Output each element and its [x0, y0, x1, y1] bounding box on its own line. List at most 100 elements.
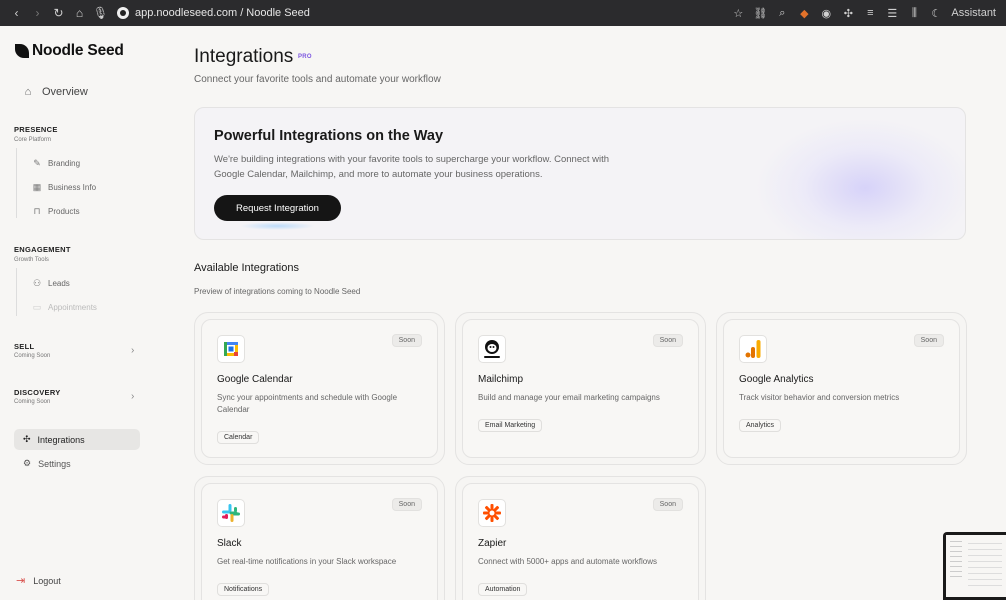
category-tag: Notifications	[217, 583, 270, 596]
chevron-right-icon[interactable]: ›	[131, 345, 134, 356]
integration-card-google-calendar[interactable]: Soon Google Calendar Sync your appointme…	[194, 312, 445, 465]
eye-extension-icon[interactable]: ◉	[815, 7, 837, 20]
sidebar-item-business-info[interactable]: ▦ Business Info	[32, 182, 96, 192]
section-title-sell[interactable]: SELL	[14, 342, 34, 351]
section-title: Available Integrations	[194, 262, 299, 274]
sidebar-item-integrations[interactable]: ✣ Integrations	[14, 429, 140, 450]
category-tag: Automation	[478, 583, 528, 596]
reload-icon[interactable]: ↻	[48, 6, 69, 20]
slack-icon	[217, 499, 245, 527]
home-icon: ⌂	[24, 86, 32, 98]
chevron-right-icon[interactable]: ›	[131, 391, 134, 402]
category-tag: Email Marketing	[478, 419, 543, 432]
audio-wave-icon[interactable]: ⫼	[903, 7, 925, 20]
hero-banner: Powerful Integrations on the Way We're b…	[194, 107, 966, 240]
status-badge: Soon	[391, 334, 422, 347]
category-tag: Analytics	[739, 419, 782, 432]
section-subtitle-discovery: Coming Soon	[14, 399, 51, 405]
card-title: Zapier	[478, 538, 507, 549]
sidebar-item-label: Settings	[38, 458, 71, 469]
status-badge: Soon	[652, 334, 683, 347]
sidebar-item-settings[interactable]: ⚙ Settings	[23, 458, 71, 469]
sidebar-toggle-icon[interactable]: ☰	[881, 7, 903, 20]
brand-name: Noodle Seed	[32, 42, 124, 59]
section-title-discovery[interactable]: DISCOVERY	[14, 388, 61, 397]
page-subtitle: Connect your favorite tools and automate…	[194, 74, 441, 85]
section-title-presence: PRESENCE	[14, 125, 58, 134]
section-subtitle-engagement: Growth Tools	[14, 257, 49, 263]
bag-icon: ⊓	[33, 205, 41, 216]
site-favicon-icon	[117, 7, 129, 19]
integration-card-mailchimp[interactable]: Soon Mailchimp Build and manage your ema…	[455, 312, 706, 465]
mailchimp-icon	[478, 335, 506, 363]
sidebar: Noodle Seed ⌂ Overview PRESENCE Core Pla…	[0, 26, 160, 600]
bookmark-star-icon[interactable]: ☆	[727, 7, 749, 20]
gear-icon: ⚙	[23, 458, 32, 468]
sidebar-item-appointments: ▭ Appointments	[32, 302, 97, 312]
integration-card-zapier[interactable]: Soon Zapier Connect with 5000+ apps and …	[455, 476, 706, 600]
calendar-icon: ▭	[32, 301, 42, 312]
sidebar-item-leads[interactable]: ⚇ Leads	[32, 278, 70, 288]
lens-icon[interactable]: ⌕	[771, 7, 793, 20]
brush-icon: ✎	[33, 157, 41, 168]
building-icon: ▦	[32, 181, 42, 192]
card-description: Track visitor behavior and conversion me…	[739, 393, 900, 402]
home-icon[interactable]: ⌂	[69, 6, 90, 20]
logout-icon: ⇥	[16, 575, 26, 587]
section-subtitle-presence: Core Platform	[14, 137, 52, 143]
link-icon[interactable]: ⛓︎	[749, 7, 771, 20]
decorative-glow	[755, 118, 965, 239]
sidebar-item-label: Products	[48, 206, 80, 216]
sidebar-item-label: Leads	[48, 278, 70, 288]
puzzle-icon: ✣	[23, 434, 31, 444]
thumbnail-screen	[946, 535, 1006, 597]
integration-card-slack[interactable]: Soon Slack Get real-time notifications i…	[194, 476, 445, 600]
microphone-icon[interactable]: 🎙︎	[90, 6, 111, 20]
integration-card-google-analytics[interactable]: Soon Google Analytics Track visitor beha…	[716, 312, 967, 465]
zapier-icon	[478, 499, 506, 527]
brand-logo[interactable]: Noodle Seed	[15, 42, 124, 60]
reader-icon[interactable]: ≡	[859, 7, 881, 19]
card-title: Slack	[217, 538, 242, 549]
pro-badge: PRO	[298, 54, 312, 60]
address-bar[interactable]: app.noodleseed.com / Noodle Seed	[117, 7, 310, 19]
puzzle-extension-icon[interactable]: ✣	[837, 7, 859, 20]
hero-title: Powerful Integrations on the Way	[214, 128, 444, 144]
assistant-button[interactable]: Assistant	[951, 7, 996, 19]
assistant-icon[interactable]: ☾	[925, 7, 947, 20]
page-title: Integrations	[194, 46, 294, 67]
browser-toolbar: ‹ › ↻ ⌂ 🎙︎ app.noodleseed.com / Noodle S…	[0, 0, 1006, 26]
sidebar-item-label: Appointments	[48, 302, 97, 312]
tree-line	[16, 148, 17, 218]
request-integration-button[interactable]: Request Integration	[214, 195, 341, 221]
leaf-logo-icon	[15, 44, 29, 58]
google-calendar-icon	[217, 335, 245, 363]
sidebar-item-label: Overview	[42, 86, 88, 98]
sidebar-item-products[interactable]: ⊓ Products	[32, 205, 80, 216]
card-title: Google Calendar	[217, 374, 293, 385]
sidebar-item-label: Integrations	[37, 434, 85, 445]
sidebar-item-label: Branding	[48, 158, 81, 168]
logout-button[interactable]: ⇥ Logout	[16, 574, 61, 587]
sidebar-item-label: Business Info	[48, 182, 97, 192]
button-glow	[240, 222, 315, 230]
logout-label: Logout	[33, 575, 61, 586]
status-badge: Soon	[391, 498, 422, 511]
card-description: Build and manage your email marketing ca…	[478, 393, 660, 402]
main-content: Integrations PRO Connect your favorite t…	[194, 26, 984, 600]
card-title: Google Analytics	[739, 374, 814, 385]
tree-line	[16, 268, 17, 316]
section-subtitle: Preview of integrations coming to Noodle…	[194, 287, 361, 296]
card-description: Get real-time notifications in your Slac…	[217, 557, 397, 566]
card-description: Connect with 5000+ apps and automate wor…	[478, 557, 657, 566]
forward-icon[interactable]: ›	[27, 6, 48, 20]
back-icon[interactable]: ‹	[6, 6, 27, 20]
sidebar-item-overview[interactable]: ⌂ Overview	[22, 86, 88, 98]
window-preview-thumbnail[interactable]	[943, 532, 1006, 600]
category-tag: Calendar	[217, 431, 260, 444]
sidebar-item-branding[interactable]: ✎ Branding	[32, 158, 80, 168]
fox-extension-icon[interactable]: ◆	[793, 7, 815, 20]
status-badge: Soon	[913, 334, 944, 347]
status-badge: Soon	[652, 498, 683, 511]
section-subtitle-sell: Coming Soon	[14, 353, 51, 359]
